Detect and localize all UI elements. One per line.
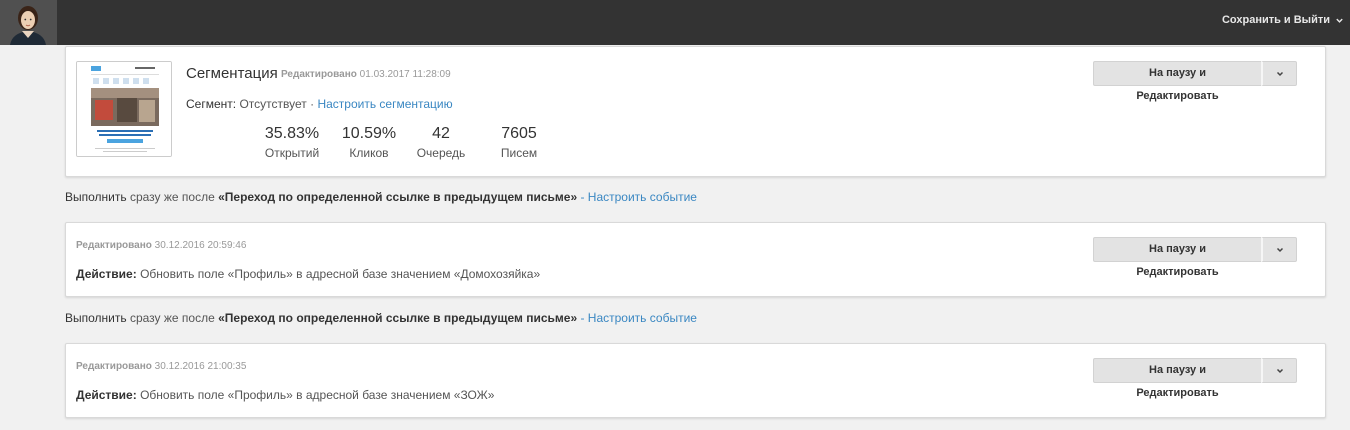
- edited-meta: Редактировано 01.03.2017 11:28:09: [281, 69, 451, 80]
- segment-value: Отсутствует: [239, 97, 307, 111]
- user-avatar-icon[interactable]: [0, 0, 57, 45]
- stat-value: 7605: [501, 125, 537, 142]
- pause-and-edit-button[interactable]: На паузу и Редактировать: [1093, 61, 1261, 102]
- stat-caption: Писем: [500, 146, 538, 160]
- stat-caption: Открытий: [264, 146, 320, 160]
- pause-edit-dropdown-toggle[interactable]: [1261, 237, 1297, 262]
- pause-edit-button-group: На паузу и Редактировать: [1093, 358, 1297, 399]
- action-text: Обновить поле «Профиль» в адресной базе …: [136, 388, 495, 402]
- configure-event-link[interactable]: - Настроить событие: [580, 190, 696, 204]
- edited-label: Редактировано: [281, 69, 357, 80]
- pause-edit-dropdown-toggle[interactable]: [1261, 358, 1297, 383]
- action-step-card: Редактировано 30.12.2016 20:59:46 Действ…: [65, 222, 1326, 297]
- configure-event-link[interactable]: - Настроить событие: [580, 311, 696, 325]
- top-bar: Сохранить и Выйти: [0, 0, 1350, 45]
- action-label: Действие:: [76, 267, 137, 281]
- edited-date: 01.03.2017 11:28:09: [359, 69, 451, 80]
- chevron-down-icon: [1276, 71, 1283, 76]
- pause-and-edit-button[interactable]: На паузу и Редактировать: [1093, 358, 1261, 399]
- action-text: Обновить поле «Профиль» в адресной базе …: [136, 267, 541, 281]
- pause-edit-dropdown-toggle[interactable]: [1261, 61, 1297, 86]
- trigger-run-text: сразу же после: [126, 190, 219, 204]
- chevron-down-icon: [1336, 18, 1343, 23]
- configure-segmentation-link[interactable]: Настроить сегментацию: [317, 97, 452, 111]
- pause-and-edit-button[interactable]: На паузу и Редактировать: [1093, 237, 1261, 278]
- edited-date: 30.12.2016 20:59:46: [154, 240, 247, 251]
- pause-edit-button-group: На паузу и Редактировать: [1093, 61, 1297, 102]
- trigger-run-label: Выполнить: [65, 190, 127, 204]
- segment-label: Сегмент:: [186, 97, 237, 111]
- action-label: Действие:: [76, 388, 137, 402]
- pause-edit-button-group: На паузу и Редактировать: [1093, 237, 1297, 278]
- chevron-down-icon: [1276, 368, 1283, 373]
- stat-queue: 42 Очередь: [411, 125, 471, 160]
- edited-label: Редактировано: [76, 240, 152, 251]
- trigger-line: Выполнить сразу же после «Переход по опр…: [65, 311, 697, 325]
- segment-line: Сегмент: Отсутствует · Настроить сегмент…: [186, 97, 453, 111]
- stat-clicks: 10.59% Кликов: [339, 125, 399, 160]
- trigger-event: «Переход по определенной ссылке в предыд…: [218, 311, 578, 325]
- trigger-event: «Переход по определенной ссылке в предыд…: [218, 190, 578, 204]
- action-description: Действие: Обновить поле «Профиль» в адре…: [76, 267, 540, 281]
- email-step-card: Сегментация Редактировано 01.03.2017 11:…: [65, 46, 1326, 177]
- edited-label: Редактировано: [76, 361, 152, 372]
- save-exit-label: Сохранить и Выйти: [1221, 14, 1330, 26]
- stat-caption: Кликов: [349, 146, 389, 160]
- stat-value: 42: [432, 125, 450, 142]
- segment-separator: ·: [310, 97, 315, 111]
- stat-sent: 7605 Писем: [489, 125, 549, 160]
- stat-opens: 35.83% Открытий: [256, 125, 328, 160]
- edited-meta: Редактировано 30.12.2016 20:59:46: [76, 240, 246, 251]
- edited-date: 30.12.2016 21:00:35: [154, 361, 247, 372]
- stat-caption: Очередь: [416, 146, 466, 160]
- stat-value: 35.83%: [264, 125, 320, 142]
- action-step-card: Редактировано 30.12.2016 21:00:35 Действ…: [65, 343, 1326, 418]
- trigger-run-text: сразу же после: [126, 311, 219, 325]
- email-thumbnail[interactable]: [76, 61, 172, 157]
- edited-meta: Редактировано 30.12.2016 21:00:35: [76, 361, 246, 372]
- chevron-down-icon: [1276, 247, 1283, 252]
- trigger-run-label: Выполнить: [65, 311, 127, 325]
- action-description: Действие: Обновить поле «Профиль» в адре…: [76, 388, 494, 402]
- email-title: Сегментация: [186, 65, 278, 82]
- stat-value: 10.59%: [341, 125, 397, 142]
- trigger-line: Выполнить сразу же после «Переход по опр…: [65, 190, 697, 204]
- save-and-exit-button[interactable]: Сохранить и Выйти: [1222, 14, 1344, 26]
